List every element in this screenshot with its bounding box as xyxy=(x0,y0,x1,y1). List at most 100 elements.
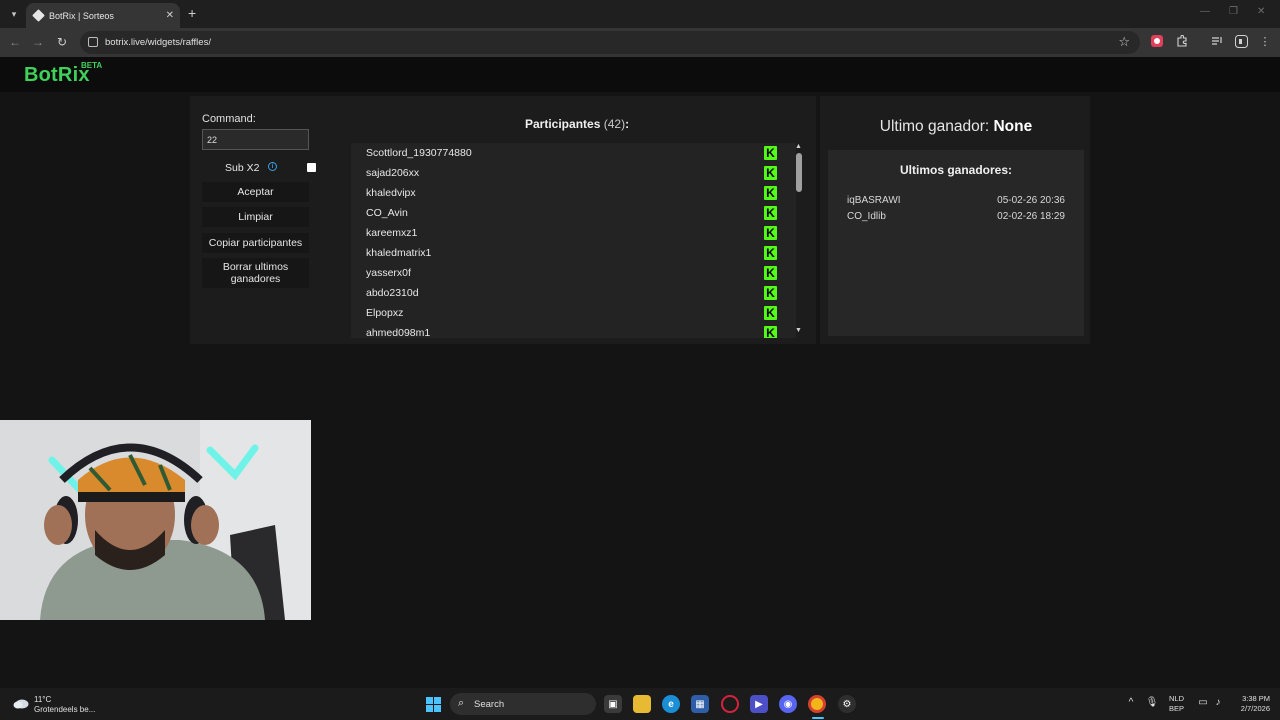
info-icon[interactable]: i xyxy=(268,162,277,171)
accept-button[interactable]: Aceptar xyxy=(202,182,309,202)
command-input[interactable] xyxy=(202,129,309,150)
site-header: BotRix BETA xyxy=(0,57,1280,92)
botrix-logo[interactable]: BotRix xyxy=(24,64,90,87)
site-info-icon[interactable] xyxy=(88,37,98,47)
winner-date: 02-02-26 18:29 xyxy=(997,211,1065,222)
webcam-image xyxy=(0,420,311,620)
file-explorer-icon[interactable] xyxy=(633,695,651,713)
language-indicator[interactable]: NLD BEP xyxy=(1169,694,1184,714)
taskbar-search[interactable]: ⌕ Search xyxy=(450,693,596,715)
winner-history: Ultimos ganadores: iqBASRAWI 05-02-26 20… xyxy=(828,150,1084,336)
browser-toolbar: ← → ↻ botrix.live/widgets/raffles/ ☆ ⋮ xyxy=(0,28,1280,57)
kick-platform-icon: K xyxy=(764,246,777,260)
copy-participants-button[interactable]: Copiar participantes xyxy=(202,233,309,253)
back-icon[interactable]: ← xyxy=(7,35,23,49)
sub-x2-label: Sub X2 xyxy=(225,162,260,174)
participant-row: abdo2310d K xyxy=(351,283,796,303)
network-icon[interactable]: ▭ xyxy=(1196,697,1210,708)
delete-winners-label-line2: ganadores xyxy=(230,273,281,285)
participant-name: abdo2310d xyxy=(366,287,419,299)
tray-overflow-icon[interactable]: ^ xyxy=(1124,697,1138,708)
store-icon[interactable]: ▦ xyxy=(691,695,709,713)
kick-platform-icon: K xyxy=(764,206,777,220)
clear-button[interactable]: Limpiar xyxy=(202,207,309,227)
participant-row: ahmed098m1 K xyxy=(351,323,796,338)
discord-icon[interactable]: ◉ xyxy=(779,695,797,713)
media-controls-icon[interactable] xyxy=(1210,34,1224,48)
reload-icon[interactable]: ↻ xyxy=(54,35,70,49)
chrome-icon[interactable] xyxy=(808,695,826,713)
url-text: botrix.live/widgets/raffles/ xyxy=(105,37,211,48)
browser-tabbar: ▾ BotRix | Sorteos ✕ + — ❐ ✕ xyxy=(0,0,1280,28)
app-extra-icon[interactable]: ⚙ xyxy=(838,695,856,713)
participant-row: Elpopxz K xyxy=(351,303,796,323)
microphone-icon[interactable]: 🎙 xyxy=(1145,697,1159,708)
participant-row: CO_Avin K xyxy=(351,203,796,223)
delete-winners-label-line1: Borrar ultimos xyxy=(222,261,289,273)
bookmark-star-icon[interactable]: ☆ xyxy=(1118,34,1130,50)
botrix-favicon-icon xyxy=(32,9,45,22)
address-bar[interactable]: botrix.live/widgets/raffles/ ☆ xyxy=(80,31,1140,54)
browser-tab[interactable]: BotRix | Sorteos ✕ xyxy=(26,3,180,28)
windows-taskbar: 11°C Grotendeels be... ⌕ Search ▣ e ▦ ▶ … xyxy=(0,688,1280,720)
participants-title: Participantes (42): xyxy=(525,117,629,131)
tab-search-icon[interactable]: ▾ xyxy=(6,6,22,22)
participant-name: Scottlord_1930774880 xyxy=(366,147,472,159)
participants-scrollbar[interactable]: ▲ ▼ xyxy=(793,143,805,338)
participant-row: kareemxz1 K xyxy=(351,223,796,243)
task-view-icon[interactable]: ▣ xyxy=(604,695,622,713)
browser-menu-icon[interactable]: ⋮ xyxy=(1258,34,1272,48)
kick-platform-icon: K xyxy=(764,326,777,338)
kick-platform-icon: K xyxy=(764,166,777,180)
weather-cloud-icon[interactable] xyxy=(13,697,29,709)
obs-icon[interactable]: ▶ xyxy=(750,695,768,713)
new-tab-icon[interactable]: + xyxy=(188,5,196,21)
extensions-puzzle-icon[interactable] xyxy=(1175,34,1189,48)
edge-icon[interactable]: e xyxy=(662,695,680,713)
participants-list[interactable]: Scottlord_1930774880 Ksajad206xx K khaledvi… xyxy=(351,143,796,338)
participant-row: sajad206xx K xyxy=(351,163,796,183)
volume-icon[interactable]: ♪ xyxy=(1211,697,1225,708)
weather-temp[interactable]: 11°C xyxy=(34,695,51,704)
opera-icon[interactable] xyxy=(721,695,739,713)
participants-title-colon: : xyxy=(625,117,630,131)
participant-name: ahmed098m1 xyxy=(366,327,431,338)
kick-platform-icon: K xyxy=(764,286,777,300)
weather-description[interactable]: Grotendeels be... xyxy=(34,705,95,714)
language-line1: NLD xyxy=(1169,694,1185,703)
last-winner-label: Ultimo ganador: xyxy=(879,118,990,135)
participants-title-text: Participantes xyxy=(525,117,601,131)
kick-platform-icon: K xyxy=(764,306,777,320)
minimize-icon[interactable]: — xyxy=(1200,6,1210,17)
beta-badge: BETA xyxy=(81,61,103,70)
participant-row: khaledmatrix1 K xyxy=(351,243,796,263)
maximize-icon[interactable]: ❐ xyxy=(1229,6,1238,17)
close-tab-icon[interactable]: ✕ xyxy=(166,10,174,21)
clock[interactable]: 3:38 PM 2/7/2026 xyxy=(1230,694,1270,714)
sub-x2-checkbox[interactable] xyxy=(307,163,316,172)
participant-name: khaledvipx xyxy=(366,187,416,199)
active-app-indicator xyxy=(812,717,824,719)
profile-icon[interactable] xyxy=(1234,34,1248,48)
tab-title: BotRix | Sorteos xyxy=(49,10,114,21)
delete-winners-button[interactable]: Borrar ultimos ganadores xyxy=(202,258,309,288)
forward-icon[interactable]: → xyxy=(30,35,46,49)
scroll-up-arrow-icon[interactable]: ▲ xyxy=(795,143,802,150)
winner-name: iqBASRAWI xyxy=(847,195,901,206)
clock-date: 2/7/2026 xyxy=(1240,704,1270,713)
clock-time: 3:38 PM xyxy=(1242,694,1270,703)
winner-history-title: Ultimos ganadores: xyxy=(899,163,1013,177)
windows-start-icon[interactable] xyxy=(426,697,441,712)
scrollbar-thumb[interactable] xyxy=(796,153,802,192)
kick-platform-icon: K xyxy=(764,186,777,200)
last-winner-heading: Ultimo ganador: None xyxy=(820,118,1092,136)
participant-row: Scottlord_1930774880 K xyxy=(351,143,796,163)
extension-record-icon[interactable] xyxy=(1150,34,1164,48)
kick-platform-icon: K xyxy=(764,146,777,160)
raffle-panel: Command: Sub X2 i Aceptar Limpiar Copiar… xyxy=(190,96,816,344)
close-window-icon[interactable]: ✕ xyxy=(1257,6,1265,17)
winner-name: CO_Idlib xyxy=(847,211,886,222)
scroll-down-arrow-icon[interactable]: ▼ xyxy=(795,327,802,334)
search-icon: ⌕ xyxy=(458,697,465,709)
last-winner-value: None xyxy=(993,118,1033,135)
